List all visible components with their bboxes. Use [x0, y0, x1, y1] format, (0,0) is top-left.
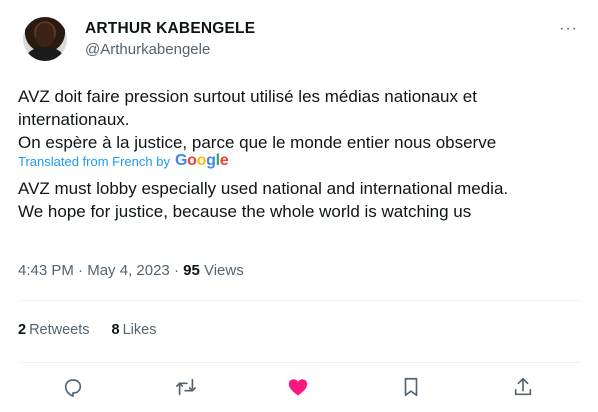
google-logo: Google	[174, 152, 229, 169]
like-icon[interactable]	[286, 375, 310, 399]
likes-stat[interactable]: 8 Likes	[112, 322, 157, 338]
likes-count: 8	[111, 322, 120, 338]
bookmark-icon[interactable]	[399, 375, 423, 399]
avatar-face	[36, 23, 54, 47]
views-label: Views	[203, 262, 244, 279]
original-line-2: On espère à la justice, parce que le mon…	[18, 133, 497, 152]
reply-icon[interactable]	[61, 375, 85, 399]
action-bar	[0, 372, 598, 402]
retweets-label: Retweets	[29, 322, 90, 338]
tweet-date[interactable]: May 4, 2023	[87, 262, 170, 279]
translation-attribution[interactable]: Translated from French by Google	[18, 152, 229, 170]
avatar-shirt	[27, 47, 63, 61]
translated-from-label: Translated from French by	[18, 153, 170, 169]
divider	[18, 362, 580, 363]
author-name[interactable]: ARTHUR KABENGELE	[85, 20, 255, 38]
likes-label: Likes	[122, 322, 157, 338]
engagement-stats: 2 Retweets 8 Likes	[18, 322, 156, 338]
retweet-icon[interactable]	[174, 375, 198, 399]
translation-line-2: We hope for justice, because the whole w…	[18, 202, 472, 221]
retweets-stat[interactable]: 2 Retweets	[18, 322, 90, 338]
views-count: 95	[183, 262, 200, 279]
divider	[18, 300, 580, 301]
author-handle[interactable]: @Arthurkabengele	[85, 41, 210, 58]
more-options-icon[interactable]: ···	[559, 20, 578, 38]
share-icon[interactable]	[511, 375, 535, 399]
tweet-original-text: AVZ doit faire pression surtout utilisé …	[18, 85, 578, 154]
tweet-time[interactable]: 4:43 PM	[18, 262, 74, 279]
tweet-detail: ARTHUR KABENGELE @Arthurkabengele ··· AV…	[0, 0, 598, 412]
original-line-1: AVZ doit faire pression surtout utilisé …	[18, 87, 477, 129]
retweets-count: 2	[18, 322, 27, 338]
translation-line-1: AVZ must lobby especially used national …	[18, 179, 509, 198]
meta-separator: ·	[78, 262, 84, 279]
meta-separator: ·	[173, 262, 179, 279]
avatar[interactable]	[23, 17, 67, 61]
tweet-metadata: 4:43 PM · May 4, 2023 · 95 Views	[18, 262, 244, 279]
tweet-translated-text: AVZ must lobby especially used national …	[18, 177, 578, 223]
